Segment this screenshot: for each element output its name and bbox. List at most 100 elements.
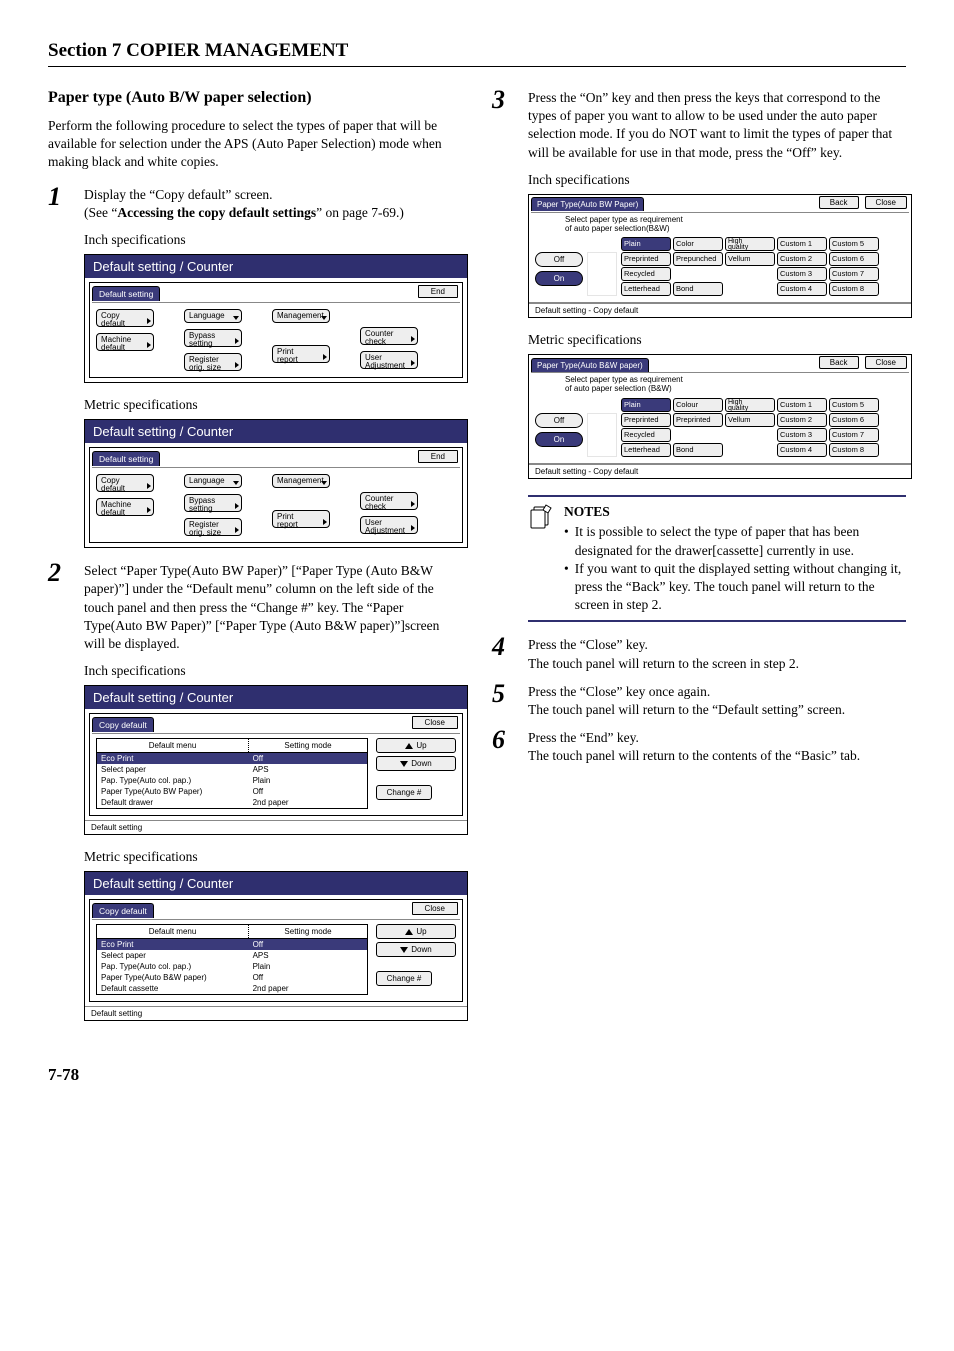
- list-item[interactable]: Eco PrintOff: [97, 939, 367, 950]
- user-adjustment-button[interactable]: User Adjustment: [360, 516, 418, 534]
- paper-type-option[interactable]: Letterhead: [621, 443, 671, 457]
- list-item[interactable]: Paper Type(Auto BW Paper)Off: [97, 786, 367, 797]
- step-1: 1 Display the “Copy default” screen. (Se…: [48, 186, 462, 222]
- copy-default-button[interactable]: Copy default: [96, 474, 154, 492]
- list-item[interactable]: Pap. Type(Auto col. pap.)Plain: [97, 961, 367, 972]
- paper-type-option[interactable]: Letterhead: [621, 282, 671, 296]
- paper-type-option[interactable]: Vellum: [725, 413, 775, 427]
- paper-type-option[interactable]: Custom 7: [829, 267, 879, 281]
- close-button[interactable]: Close: [865, 356, 907, 369]
- notes-icon: [528, 503, 556, 614]
- menu-list[interactable]: Default menu Setting mode Eco PrintOff S…: [96, 924, 368, 995]
- on-button[interactable]: On: [535, 271, 583, 286]
- end-button[interactable]: End: [418, 450, 458, 463]
- paper-type-option[interactable]: Preprinted: [621, 413, 671, 427]
- list-item[interactable]: Select paperAPS: [97, 764, 367, 775]
- back-button[interactable]: Back: [819, 356, 859, 369]
- register-orig-size-button[interactable]: Register orig. size: [184, 353, 242, 371]
- up-button[interactable]: Up: [376, 924, 456, 939]
- inch-spec-label-1: Inch specifications: [84, 232, 462, 248]
- paper-type-option[interactable]: Colour: [673, 398, 723, 412]
- tab-copy-default[interactable]: Copy default: [92, 717, 154, 732]
- paper-type-option[interactable]: Custom 1: [777, 237, 827, 251]
- close-button[interactable]: Close: [412, 716, 458, 729]
- bypass-setting-button[interactable]: Bypass setting: [184, 494, 242, 512]
- metric-spec-label-2: Metric specifications: [84, 849, 462, 865]
- step4-line2: The touch panel will return to the scree…: [528, 656, 799, 671]
- paper-type-option[interactable]: Preprinted: [673, 413, 723, 427]
- notes-box: NOTES •It is possible to select the type…: [528, 495, 906, 622]
- counter-check-button[interactable]: Counter check: [360, 492, 418, 510]
- list-item[interactable]: Default cassette2nd paper: [97, 983, 367, 994]
- paper-type-option[interactable]: Custom 2: [777, 413, 827, 427]
- up-button[interactable]: Up: [376, 738, 456, 753]
- management-button[interactable]: Management: [272, 309, 330, 323]
- back-button[interactable]: Back: [819, 196, 859, 209]
- paper-type-option[interactable]: Plain: [621, 237, 671, 251]
- register-orig-size-button[interactable]: Register orig. size: [184, 518, 242, 536]
- counter-check-button[interactable]: Counter check: [360, 327, 418, 345]
- language-button[interactable]: Language: [184, 474, 242, 488]
- tab-default-setting[interactable]: Default setting: [92, 451, 160, 466]
- paper-type-option[interactable]: Bond: [673, 282, 723, 296]
- instruction-text: Select paper type as requirement of auto…: [531, 213, 909, 238]
- list-item[interactable]: Pap. Type(Auto col. pap.)Plain: [97, 775, 367, 786]
- paper-type-option[interactable]: Custom 6: [829, 252, 879, 266]
- menu-list[interactable]: Default menu Setting mode Eco PrintOff S…: [96, 738, 368, 809]
- down-button[interactable]: Down: [376, 756, 456, 771]
- paper-type-option[interactable]: Custom 8: [829, 282, 879, 296]
- paper-type-option[interactable]: Custom 7: [829, 428, 879, 442]
- paper-type-option[interactable]: Custom 2: [777, 252, 827, 266]
- on-button[interactable]: On: [535, 432, 583, 447]
- paper-type-option[interactable]: Prepunched: [673, 252, 723, 266]
- paper-type-option[interactable]: Custom 4: [777, 282, 827, 296]
- list-item[interactable]: Default drawer2nd paper: [97, 797, 367, 808]
- paper-type-option[interactable]: Recycled: [621, 428, 671, 442]
- paper-type-option[interactable]: Custom 5: [829, 398, 879, 412]
- paper-type-option[interactable]: Vellum: [725, 252, 775, 266]
- paper-type-option[interactable]: Custom 4: [777, 443, 827, 457]
- tab-paper-type[interactable]: Paper Type(Auto B&W paper): [531, 358, 649, 372]
- col-setting-mode: Setting mode: [249, 739, 367, 752]
- paper-type-option[interactable]: Custom 3: [777, 267, 827, 281]
- off-button[interactable]: Off: [535, 252, 583, 267]
- management-button[interactable]: Management: [272, 474, 330, 488]
- list-item[interactable]: Paper Type(Auto B&W paper)Off: [97, 972, 367, 983]
- tab-default-setting[interactable]: Default setting: [92, 286, 160, 301]
- copy-default-button[interactable]: Copy default: [96, 309, 154, 327]
- paper-type-option[interactable]: Color: [673, 237, 723, 251]
- print-report-button[interactable]: Print report: [272, 345, 330, 363]
- machine-default-button[interactable]: Machine default: [96, 498, 154, 516]
- tab-copy-default[interactable]: Copy default: [92, 903, 154, 918]
- paper-type-option[interactable]: Custom 8: [829, 443, 879, 457]
- instruction-text: Select paper type as requirement of auto…: [531, 373, 909, 398]
- paper-type-option[interactable]: Custom 5: [829, 237, 879, 251]
- paper-type-option[interactable]: Plain: [621, 398, 671, 412]
- paper-type-option[interactable]: Custom 1: [777, 398, 827, 412]
- paper-type-option[interactable]: Custom 3: [777, 428, 827, 442]
- paper-type-option[interactable]: High quality: [725, 398, 775, 412]
- paper-type-option[interactable]: Custom 6: [829, 413, 879, 427]
- step3-text: Press the “On” key and then press the ke…: [528, 89, 906, 162]
- tab-paper-type[interactable]: Paper Type(Auto BW Paper): [531, 197, 644, 211]
- bypass-setting-button[interactable]: Bypass setting: [184, 329, 242, 347]
- paper-type-option[interactable]: Recycled: [621, 267, 671, 281]
- language-button[interactable]: Language: [184, 309, 242, 323]
- breadcrumb: Default setting - Copy default: [529, 303, 911, 317]
- off-button[interactable]: Off: [535, 413, 583, 428]
- change-button[interactable]: Change #: [376, 785, 432, 800]
- list-item[interactable]: Select paperAPS: [97, 950, 367, 961]
- up-icon: [405, 743, 413, 749]
- end-button[interactable]: End: [418, 285, 458, 298]
- close-button[interactable]: Close: [865, 196, 907, 209]
- close-button[interactable]: Close: [412, 902, 458, 915]
- paper-type-option[interactable]: High quality: [725, 237, 775, 251]
- list-item[interactable]: Eco PrintOff: [97, 753, 367, 764]
- down-button[interactable]: Down: [376, 942, 456, 957]
- change-button[interactable]: Change #: [376, 971, 432, 986]
- paper-type-option[interactable]: Bond: [673, 443, 723, 457]
- paper-type-option[interactable]: Preprinted: [621, 252, 671, 266]
- user-adjustment-button[interactable]: User Adjustment: [360, 351, 418, 369]
- machine-default-button[interactable]: Machine default: [96, 333, 154, 351]
- print-report-button[interactable]: Print report: [272, 510, 330, 528]
